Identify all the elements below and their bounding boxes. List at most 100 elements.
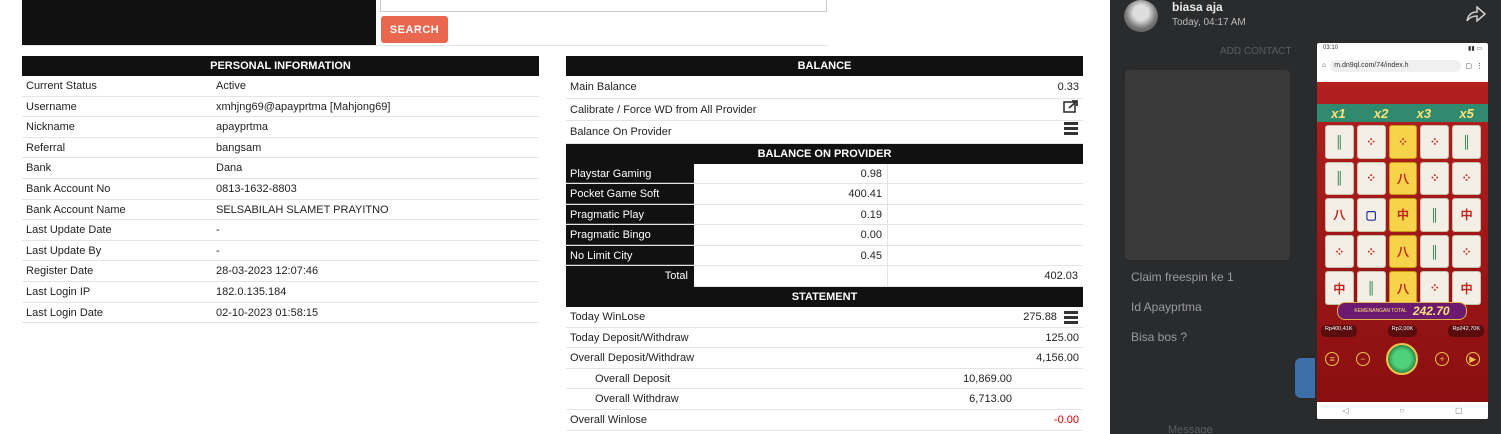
today-winlose-row: Today WinLose 275.88 (566, 307, 1083, 328)
provider-row: Pragmatic Bingo 0.00 (566, 225, 1083, 246)
mahjong-tile: ⁘ (1420, 125, 1450, 159)
home-nav-icon[interactable]: ○ (1399, 406, 1404, 415)
field-value: SELSABILAH SLAMET PRAYITNO (216, 203, 389, 216)
menu-icon: ⋮ (1476, 62, 1483, 70)
mahjong-tile: ⁘ (1420, 271, 1450, 305)
calibrate-row: Calibrate / Force WD from All Provider (566, 99, 1083, 121)
table-row: Last Login Date 02-10-2023 01:58:15 (22, 303, 539, 324)
bet-stat: Rp2,00K (1387, 325, 1418, 337)
provider-extra-cell (888, 246, 1083, 266)
mahjong-tile: ║ (1325, 125, 1354, 159)
mahjong-tile: 中 (1388, 198, 1418, 232)
back-icon[interactable]: ◁ (1342, 406, 1348, 415)
list-icon[interactable] (1063, 310, 1079, 325)
chat-bubble-button[interactable] (1295, 358, 1315, 398)
minus-icon[interactable]: − (1355, 352, 1370, 366)
today-deposit-withdraw-row: Today Deposit/Withdraw 125.00 (566, 328, 1083, 349)
table-row: Bank Account Name SELSABILAH SLAMET PRAYI… (22, 200, 539, 221)
search-panel-black (22, 0, 376, 45)
calibrate-label: Calibrate / Force WD from All Provider (570, 103, 757, 116)
provider-extra-cell (888, 184, 1083, 204)
field-label: Register Date (26, 265, 94, 278)
overall-winlose-row: Overall Winlose -0.00 (566, 410, 1083, 431)
field-label: Bank (26, 162, 52, 175)
media-thumbnail[interactable] (1125, 70, 1290, 260)
mahjong-tile: ⁘ (1452, 234, 1481, 269)
table-row: Bank Account No 0813-1632-8803 (22, 179, 539, 200)
mahjong-tile: 中 (1452, 198, 1481, 232)
balance-on-provider-label: Balance On Provider (570, 126, 672, 138)
settings-icon[interactable]: ≡ (1325, 352, 1340, 366)
field-value: 182.0.135.184 (216, 285, 287, 298)
provider-extra-cell (888, 164, 1083, 184)
chat-timestamp: Today, 04:17 AM (1172, 17, 1246, 28)
provider-total-row: Total 402.03 (566, 266, 1083, 288)
recents-icon[interactable]: ▢ (1455, 406, 1463, 415)
share-out-icon[interactable] (1063, 99, 1079, 113)
table-row: Last Update By - (22, 241, 539, 262)
overall-withdraw-label: Overall Withdraw (595, 393, 679, 406)
overall-deposit-withdraw-row: Overall Deposit/Withdraw 4,156.00 (566, 348, 1083, 369)
mahjong-tile: ║ (1452, 125, 1481, 159)
provider-balance: 0.19 (694, 204, 888, 225)
overall-withdraw-value: 6,713.00 (969, 393, 1012, 406)
field-value: 28-03-2023 12:07:46 (216, 265, 319, 278)
field-value: xmhjng69@apayprtma [Mahjong69] (216, 100, 391, 113)
field-value: Active (216, 80, 246, 92)
field-value: bangsam (216, 141, 262, 154)
overall-winlose-value: -0.00 (1053, 414, 1079, 427)
statement-header: STATEMENT (566, 287, 1083, 308)
field-label: Bank Account No (26, 182, 111, 195)
main-balance-row: Main Balance 0.33 (566, 76, 1083, 99)
overall-withdraw-row: Overall Withdraw 6,713.00 (566, 389, 1083, 411)
add-contact-button[interactable]: ADD CONTACT (1220, 46, 1291, 57)
field-label: Nickname (26, 121, 75, 134)
balance-on-provider-header: BALANCE ON PROVIDER (566, 143, 1083, 164)
mahjong-tile: 中 (1452, 271, 1481, 305)
provider-row: Pragmatic Play 0.19 (566, 204, 1083, 226)
total-win-label: KEMENANGAN TOTAL (1354, 308, 1407, 314)
field-label: Last Login IP (26, 285, 91, 298)
balance-panel: BALANCE Main Balance 0.33 Calibrate / Fo… (566, 56, 1083, 431)
phone-screenshot[interactable]: 03:10 ▮▮ ▭ ⌂ m.dn9ql.com/74/index.h ▢ ⋮ … (1317, 43, 1488, 419)
provider-name: Playstar Gaming (566, 163, 694, 184)
field-value: 02-10-2023 01:58:15 (216, 306, 319, 319)
provider-name: No Limit City (566, 245, 694, 266)
provider-total-value: 402.03 (888, 266, 1083, 288)
phone-nav-bar: ◁ ○ ▢ (1317, 402, 1488, 419)
plus-icon[interactable]: + (1435, 352, 1450, 366)
battery-icon: ▮▮ ▭ (1468, 46, 1482, 52)
overall-deposit-row: Overall Deposit 10,869.00 (566, 369, 1083, 390)
mahjong-tile: 八 (1388, 161, 1418, 196)
list-icon[interactable] (1063, 121, 1079, 135)
search-button[interactable]: SEARCH (381, 16, 448, 43)
tabs-icon: ▢ (1465, 62, 1472, 70)
balance-header: BALANCE (566, 56, 1083, 76)
home-icon: ⌂ (1322, 62, 1327, 69)
table-row: Register Date 28-03-2023 12:07:46 (22, 261, 539, 282)
mahjong-tile: ⁘ (1356, 125, 1386, 159)
field-label: Username (26, 100, 77, 113)
table-row: Last Update Date - (22, 220, 539, 241)
balance-stat: Rp400,41K (1321, 325, 1357, 337)
autoplay-icon[interactable]: ▶ (1465, 352, 1480, 366)
phone-status-time: 03:10 (1323, 45, 1339, 51)
table-row: Bank Dana (22, 158, 539, 179)
mahjong-tile: ⁘ (1356, 161, 1386, 196)
avatar[interactable] (1124, 0, 1158, 32)
mahjong-tile: ⁘ (1325, 234, 1354, 269)
forward-icon[interactable] (1466, 5, 1487, 23)
provider-extra-cell (888, 205, 1083, 225)
provider-balance: 400.41 (694, 184, 888, 204)
mahjong-tile: ⁘ (1420, 161, 1450, 196)
spin-button[interactable] (1386, 343, 1419, 375)
field-value: 0813-1632-8803 (216, 182, 297, 195)
today-deposit-withdraw-value: 125.00 (1045, 331, 1079, 344)
field-label: Last Update Date (26, 224, 112, 237)
field-value: - (216, 244, 220, 257)
provider-balance: 0.98 (694, 163, 888, 184)
provider-balance: 0.45 (694, 245, 888, 266)
message-input[interactable]: Message (1168, 424, 1213, 434)
search-input[interactable] (380, 0, 827, 12)
table-row: Current Status Active (22, 76, 539, 97)
